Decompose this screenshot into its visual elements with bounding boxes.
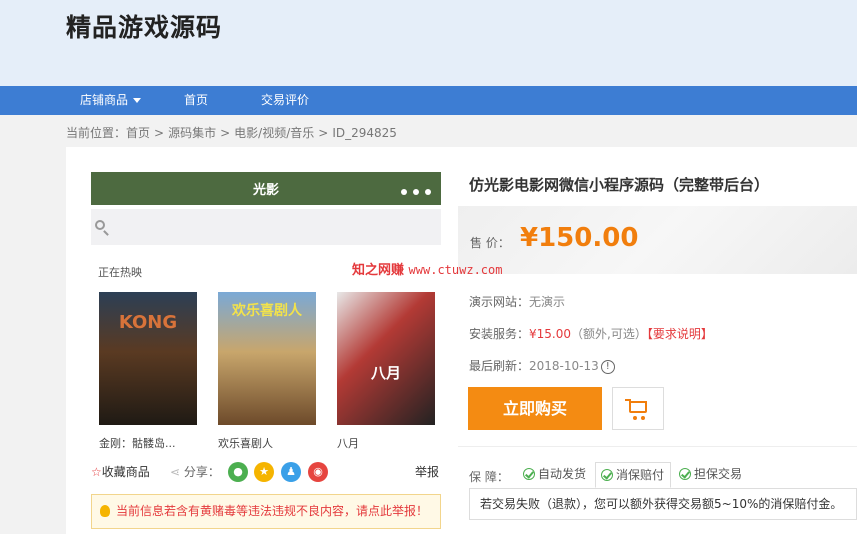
price-box: 售 价： ¥150.00 bbox=[458, 206, 857, 274]
add-to-cart-button[interactable] bbox=[612, 387, 664, 430]
report-tip[interactable]: 当前信息若含有黄赌毒等违法违规不良内容，请点此举报！ bbox=[91, 494, 441, 529]
weibo-icon[interactable]: ◉ bbox=[308, 462, 328, 482]
check-icon bbox=[601, 469, 613, 481]
breadcrumb: 当前位置：首页 > 源码集市 > 电影/视频/音乐 > ID_294825 bbox=[66, 124, 401, 141]
favorite-label: 收藏商品 bbox=[101, 465, 150, 479]
guarantee-description: 若交易失败（退款），您可以额外获得交易额5~10%的消保赔付金。 bbox=[469, 488, 857, 520]
poster-text: 八月 bbox=[370, 364, 401, 382]
report-link[interactable]: 举报 bbox=[415, 463, 439, 480]
breadcrumb-sep: > bbox=[220, 126, 231, 140]
guarantee-item-label: 担保交易 bbox=[694, 467, 743, 481]
divider bbox=[458, 446, 857, 447]
demo-value: 无演示 bbox=[529, 295, 566, 309]
refresh-value: 2018-10-13 bbox=[529, 359, 599, 373]
share-text: 分享： bbox=[183, 465, 220, 479]
install-price: ¥15.00 bbox=[529, 327, 572, 341]
last-refresh-row: 最后刷新：2018-10-13! bbox=[469, 357, 615, 374]
qzone-icon[interactable]: ★ bbox=[254, 462, 274, 482]
breadcrumb-market[interactable]: 源码集市 bbox=[168, 126, 216, 140]
install-note: （额外,可选） bbox=[571, 327, 647, 341]
more-dots-icon bbox=[395, 180, 431, 199]
breadcrumb-category[interactable]: 电影/视频/音乐 bbox=[234, 126, 314, 140]
breadcrumb-sep: > bbox=[154, 126, 165, 140]
share-icon: ⋖ bbox=[170, 465, 181, 479]
breadcrumb-sep: > bbox=[318, 126, 329, 140]
install-label: 安装服务： bbox=[469, 327, 530, 341]
watermark: 知之网赚 www.ctuwz.com bbox=[352, 259, 502, 278]
cart-icon bbox=[625, 399, 647, 420]
qq-icon[interactable]: ♟ bbox=[281, 462, 301, 482]
movie-name: 欢乐喜剧人 bbox=[218, 437, 273, 450]
breadcrumb-prefix: 当前位置： bbox=[66, 126, 127, 140]
demo-label: 演示网站： bbox=[469, 295, 530, 309]
nav-home[interactable]: 首页 bbox=[184, 86, 208, 115]
breadcrumb-home[interactable]: 首页 bbox=[126, 126, 150, 140]
install-service-row: 安装服务：¥15.00（额外,可选）【要求说明】 bbox=[469, 325, 713, 342]
chevron-down-icon bbox=[133, 98, 142, 103]
star-icon: ☆ bbox=[91, 465, 102, 479]
info-icon[interactable]: ! bbox=[600, 359, 615, 374]
product-preview-image[interactable]: 光影 正在热映 KONG 欢乐喜剧人 八月 金刚：骷髅岛... 欢乐喜剧人 八月 bbox=[91, 172, 441, 458]
guarantee-auto-delivery[interactable]: 自动发货 bbox=[518, 462, 592, 488]
price-value: ¥150.00 bbox=[520, 223, 639, 253]
watermark-cn: 知之网赚 bbox=[352, 263, 405, 278]
lightbulb-icon bbox=[100, 505, 110, 517]
movie-name: 金刚：骷髅岛... bbox=[99, 437, 176, 450]
poster-text: KONG bbox=[118, 312, 178, 333]
favorite-button[interactable]: ☆收藏商品 bbox=[91, 463, 150, 480]
movie-poster: 欢乐喜剧人 bbox=[218, 292, 316, 425]
site-header: 精品游戏源码 bbox=[0, 0, 857, 86]
movie-name: 八月 bbox=[337, 437, 359, 450]
breadcrumb-id: ID_294825 bbox=[332, 126, 397, 140]
share-label: ⋖ 分享： bbox=[170, 463, 220, 480]
nav-reviews[interactable]: 交易评价 bbox=[261, 86, 309, 115]
guarantee-item-label: 自动发货 bbox=[538, 467, 587, 481]
movie-poster: 八月 bbox=[337, 292, 435, 425]
report-tip-text: 当前信息若含有黄赌毒等违法违规不良内容，请点此举报！ bbox=[116, 504, 429, 518]
guarantee-compensation[interactable]: 消保赔付 bbox=[595, 462, 672, 488]
price-label: 售 价： bbox=[470, 236, 510, 250]
wechat-icon[interactable]: ● bbox=[228, 462, 248, 482]
install-requirements-link[interactable]: 【要求说明】 bbox=[647, 327, 713, 341]
guarantee-escrow[interactable]: 担保交易 bbox=[674, 462, 748, 488]
app-titlebar: 光影 bbox=[91, 172, 441, 205]
app-search-bar bbox=[91, 209, 441, 245]
site-title[interactable]: 精品游戏源码 bbox=[66, 8, 222, 44]
check-icon bbox=[679, 468, 691, 480]
buy-now-button[interactable]: 立即购买 bbox=[468, 387, 602, 430]
refresh-label: 最后刷新： bbox=[469, 359, 530, 373]
movie-poster: KONG bbox=[99, 292, 197, 425]
main-nav: 店铺商品 首页 交易评价 bbox=[0, 86, 857, 115]
demo-site-row: 演示网站：无演示 bbox=[469, 293, 565, 310]
nav-store-products-label: 店铺商品 bbox=[80, 93, 129, 107]
app-title: 光影 bbox=[252, 183, 279, 198]
guarantee-label: 保 障： bbox=[469, 470, 509, 484]
guarantee-item-label: 消保赔付 bbox=[616, 468, 665, 482]
poster-text: 欢乐喜剧人 bbox=[232, 303, 302, 319]
nav-store-products[interactable]: 店铺商品 bbox=[80, 86, 142, 115]
watermark-url: www.ctuwz.com bbox=[408, 263, 503, 277]
search-icon bbox=[95, 220, 105, 230]
check-icon bbox=[523, 468, 535, 480]
app-section-title: 正在热映 bbox=[98, 266, 142, 279]
product-title: 仿光影电影网微信小程序源码（完整带后台） bbox=[469, 176, 770, 194]
